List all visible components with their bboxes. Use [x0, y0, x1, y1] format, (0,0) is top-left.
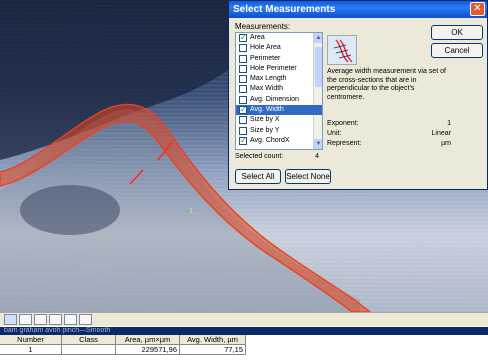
measurement-item[interactable]: Size by X [236, 115, 322, 125]
table-cell: 77,15 [180, 345, 246, 355]
measurement-item[interactable]: Area [236, 33, 322, 43]
chart-icon[interactable] [64, 314, 77, 325]
measurement-checkbox[interactable] [239, 75, 247, 84]
exponent-row: Exponent: 1 [327, 120, 451, 127]
represent-value: µm [441, 140, 451, 147]
measurement-label: Avg. Dimension [250, 95, 299, 103]
selected-count-label: Selected count: [235, 153, 284, 160]
histogram-icon[interactable] [49, 314, 62, 325]
select-measurements-dialog: Select Measurements ✕ Measurements: ▲ ▼ … [228, 0, 488, 190]
measurement-label: Area [250, 34, 265, 41]
measurement-label: Size by Y [250, 126, 280, 134]
exponent-label: Exponent: [327, 120, 359, 127]
measurement-checkbox[interactable] [239, 126, 247, 135]
column-header[interactable]: Class [62, 335, 116, 345]
selected-count-row: Selected count: 4 [235, 153, 323, 160]
image-icon[interactable] [4, 314, 17, 325]
measurement-checkbox[interactable] [239, 44, 247, 53]
grid-icon[interactable] [34, 314, 47, 325]
table-cell: 1 [0, 345, 62, 355]
measurement-item[interactable]: Size by Y [236, 126, 322, 136]
dialog-title: Select Measurements [233, 4, 336, 15]
measurement-label: Perimeter [250, 54, 281, 62]
results-table: bam graham avoh pinch—Smooth Number Class… [0, 327, 488, 364]
measurement-checkbox[interactable] [239, 116, 247, 125]
table-header: Number Class Area, µm×µm Avg. Width, µm [0, 335, 488, 345]
represent-label: Represent: [327, 140, 362, 147]
select-none-button[interactable]: Select None [285, 169, 331, 184]
measurement-item[interactable]: Avg. ChordX [236, 136, 322, 146]
measurement-checkbox[interactable] [239, 105, 247, 115]
measurement-item[interactable]: Max Length [236, 74, 322, 84]
table-icon[interactable] [19, 314, 32, 325]
unit-value: Linear [431, 130, 451, 137]
measurement-checkbox[interactable] [239, 64, 247, 73]
column-header[interactable]: Number [0, 335, 62, 345]
measurement-checkbox[interactable] [239, 95, 247, 104]
avg-width-icon [327, 35, 357, 65]
measurement-label: Size by X [250, 116, 280, 124]
measurement-item[interactable]: Hole Area [236, 43, 322, 53]
select-all-button[interactable]: Select All [235, 169, 281, 184]
arrow-icon[interactable] [79, 314, 92, 325]
measurement-item[interactable]: Perimeter [236, 54, 322, 64]
measurements-list[interactable]: ▲ ▼ AreaHole AreaPerimeterHole Perimeter… [235, 32, 323, 150]
measurement-description: Average width measurement via set of the… [327, 68, 451, 158]
measurement-label: Avg. ChordX [250, 136, 290, 144]
measurement-item[interactable]: Max Width [236, 84, 322, 94]
measurement-checkbox[interactable] [239, 136, 247, 146]
measurement-item[interactable]: Hole Perimeter [236, 64, 322, 74]
measurement-checkbox[interactable] [239, 85, 247, 94]
measurement-label: Avg. Width [250, 106, 284, 114]
measurement-checkbox[interactable] [239, 33, 247, 43]
table-cell: 229571,96 [116, 345, 180, 355]
measurement-item[interactable]: Avg. Width [236, 105, 322, 116]
measurement-label: Hole Perimeter [250, 64, 297, 72]
column-header[interactable]: Avg. Width, µm [180, 335, 246, 345]
exponent-value: 1 [447, 120, 451, 127]
close-icon[interactable]: ✕ [470, 2, 485, 16]
unit-label: Unit: [327, 130, 342, 137]
measurement-label: Max Width [250, 85, 284, 93]
dialog-title-bar[interactable]: Select Measurements ✕ [229, 1, 487, 18]
cancel-button[interactable]: Cancel [431, 43, 483, 58]
represent-row: Represent: µm [327, 140, 451, 147]
measurements-label: Measurements: [235, 22, 291, 31]
description-text: Average width measurement via set of the… [327, 68, 446, 101]
selected-count-value: 4 [315, 153, 319, 160]
column-header[interactable]: Area, µm×µm [116, 335, 180, 345]
measurement-label: Hole Area [250, 44, 281, 52]
table-row[interactable]: 1 229571,96 77,15 [0, 345, 488, 355]
measurement-item[interactable]: Avg. Dimension [236, 95, 322, 105]
unit-row: Unit: Linear [327, 130, 451, 137]
measurement-checkbox[interactable] [239, 54, 247, 63]
view-toolbar [0, 312, 488, 326]
results-table-title: bam graham avoh pinch—Smooth [0, 327, 488, 335]
ok-button[interactable]: OK [431, 25, 483, 40]
table-cell [62, 345, 116, 355]
measurement-label: Max Length [250, 75, 287, 83]
svg-text:1: 1 [189, 207, 193, 215]
